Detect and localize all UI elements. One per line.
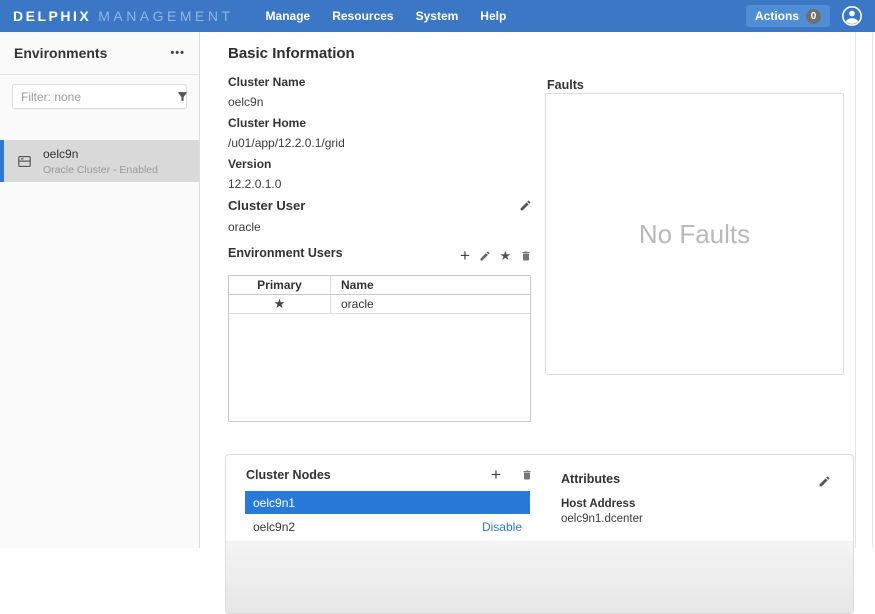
environment-subtitle: Oracle Cluster - Enabled — [43, 164, 158, 176]
host-address-label: Host Address — [561, 498, 635, 510]
cluster-node-list: oelc9n1 oelc9n2 Disable — [245, 491, 530, 539]
faults-panel: No Faults — [545, 93, 844, 375]
user-menu-icon[interactable] — [841, 5, 863, 27]
cluster-user-value: oracle — [228, 220, 261, 234]
add-node-icon[interactable]: + — [491, 468, 501, 482]
node-row-oelc9n1[interactable]: oelc9n1 — [245, 491, 530, 514]
main-content: Basic Information Cluster Name oelc9n Cl… — [201, 32, 875, 548]
delete-node-icon[interactable] — [521, 469, 533, 481]
logo-primary-text: DELPHIX — [13, 8, 91, 24]
node-name: oelc9n1 — [253, 496, 295, 510]
version-label: Version — [228, 157, 271, 171]
actions-button-label: Actions — [755, 9, 799, 23]
filter-input[interactable] — [21, 90, 176, 104]
primary-star-icon: ★ — [274, 296, 286, 312]
environment-filter[interactable] — [12, 84, 187, 109]
table-header-row: Primary Name — [229, 276, 530, 295]
primary-cell: ★ — [229, 295, 331, 313]
navbar-right: Actions 0 — [746, 5, 875, 27]
scrollbar-track-left-edge — [855, 32, 856, 548]
cluster-nodes-card: Cluster Nodes + oelc9n1 oelc9n2 Disable … — [225, 454, 854, 614]
set-primary-user-icon[interactable]: ★ — [500, 249, 512, 263]
delete-user-icon[interactable] — [520, 250, 532, 262]
filter-icon[interactable] — [176, 90, 189, 103]
no-faults-text: No Faults — [639, 219, 750, 250]
edit-attributes-icon[interactable] — [818, 475, 831, 488]
host-address-value: oelc9n1.dcenter — [561, 513, 643, 525]
delphix-logo: DELPHIX MANAGEMENT — [13, 8, 234, 24]
faults-title: Faults — [547, 78, 584, 92]
menu-manage[interactable]: Manage — [258, 0, 319, 32]
environment-item-text: oelc9n Oracle Cluster - Enabled — [43, 147, 158, 176]
card-bottom-shade — [226, 541, 853, 614]
page-title: Basic Information — [228, 45, 355, 62]
disable-node-link[interactable]: Disable — [482, 520, 522, 534]
node-row-oelc9n2[interactable]: oelc9n2 Disable — [245, 515, 530, 538]
edit-cluster-user-icon[interactable] — [519, 199, 532, 212]
scrollbar-track-right-edge[interactable] — [872, 32, 873, 548]
cluster-home-value: /u01/app/12.2.0.1/grid — [228, 136, 345, 150]
column-header-name: Name — [331, 276, 530, 294]
overflow-menu-icon[interactable]: ••• — [170, 48, 185, 58]
environment-users-title: Environment Users — [228, 246, 343, 260]
menu-resources[interactable]: Resources — [324, 0, 401, 32]
sidebar-item-oelc9n[interactable]: oelc9n Oracle Cluster - Enabled — [0, 140, 199, 182]
sidebar-title: Environments — [14, 45, 107, 61]
table-row[interactable]: ★ oracle — [229, 295, 530, 314]
main-menu: Manage Resources System Help — [258, 0, 521, 32]
top-navbar: DELPHIX MANAGEMENT Manage Resources Syst… — [0, 0, 875, 32]
cluster-environment-icon — [16, 153, 33, 170]
environment-name: oelc9n — [43, 147, 158, 161]
environment-users-table: Primary Name ★ oracle — [228, 275, 531, 422]
node-name: oelc9n2 — [253, 520, 295, 534]
actions-count-badge: 0 — [806, 9, 821, 24]
name-cell: oracle — [331, 295, 530, 313]
version-value: 12.2.0.1.0 — [228, 177, 281, 191]
cluster-name-value: oelc9n — [228, 95, 263, 109]
environments-sidebar: Environments ••• oelc9n Oracle Cluster -… — [0, 32, 200, 548]
attributes-title: Attributes — [561, 472, 620, 486]
cluster-user-label: Cluster User — [228, 198, 305, 213]
logo-secondary-text: MANAGEMENT — [98, 8, 233, 24]
cluster-home-label: Cluster Home — [228, 116, 306, 130]
cluster-nodes-toolbar: + — [491, 467, 533, 483]
sidebar-header: Environments ••• — [0, 32, 199, 75]
actions-button[interactable]: Actions 0 — [746, 5, 830, 27]
edit-user-icon[interactable] — [479, 250, 491, 262]
cluster-nodes-title: Cluster Nodes — [246, 468, 331, 482]
cluster-name-label: Cluster Name — [228, 75, 305, 89]
add-user-icon[interactable]: + — [460, 249, 470, 263]
menu-help[interactable]: Help — [472, 0, 514, 32]
environment-users-toolbar: + ★ — [460, 248, 532, 264]
column-header-primary: Primary — [229, 276, 331, 294]
menu-system[interactable]: System — [408, 0, 467, 32]
